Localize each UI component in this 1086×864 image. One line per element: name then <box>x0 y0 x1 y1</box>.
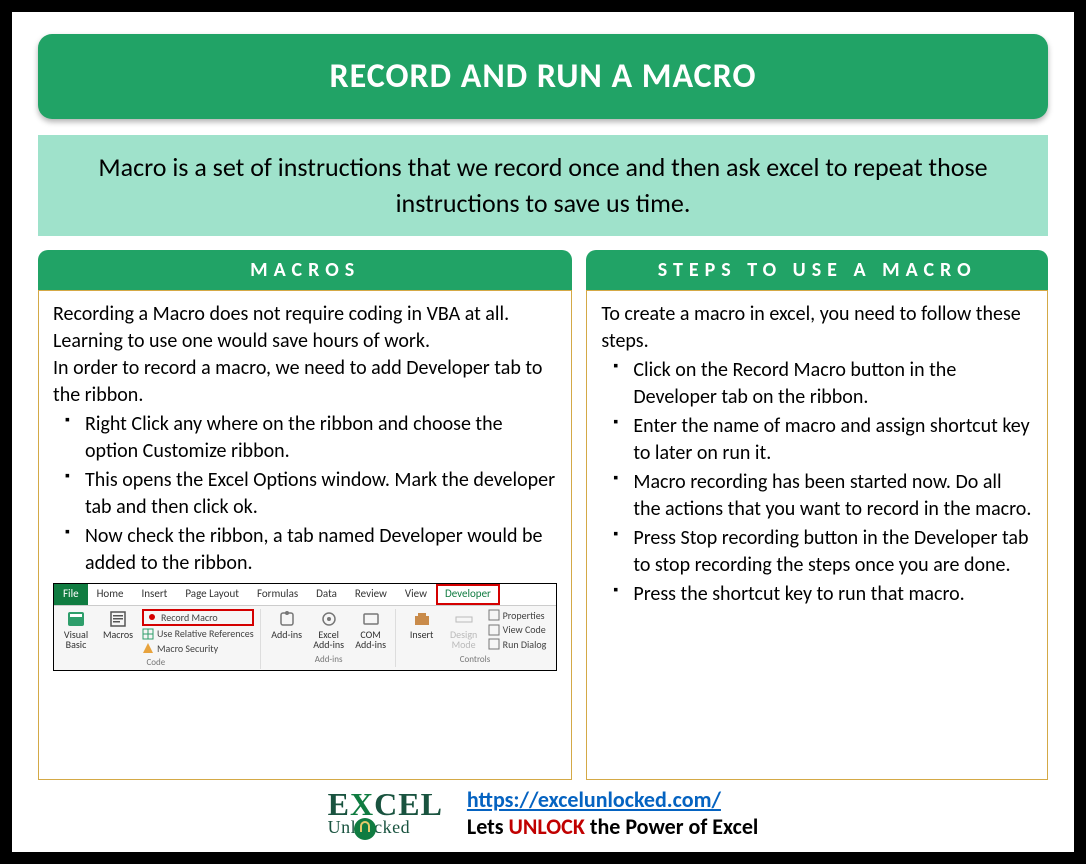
tab-view: View <box>396 584 436 605</box>
ribbon-group-code: Visual Basic Macros <box>58 609 261 670</box>
tab-insert: Insert <box>133 584 177 605</box>
macros-body: Recording a Macro does not require codin… <box>38 290 572 780</box>
insert-control-button: Insert <box>404 609 440 640</box>
steps-bullets: Click on the Record Macro button in the … <box>601 357 1033 608</box>
columns: MACROS Recording a Macro does not requir… <box>38 250 1048 780</box>
excel-addins-button: Excel Add-ins <box>311 609 347 650</box>
list-item: Press the shortcut key to run that macro… <box>607 581 1033 608</box>
tab-file: File <box>54 584 88 605</box>
ribbon-body: Visual Basic Macros <box>54 606 556 671</box>
view-code-button: View Code <box>488 623 547 637</box>
ribbon-group-code-items: Visual Basic Macros <box>58 609 254 656</box>
list-item: Press Stop recording button in the Devel… <box>607 525 1033 579</box>
macros-bullets: Right Click any where on the ribbon and … <box>53 411 557 577</box>
excel-unlocked-logo: EXCEL Unlcked <box>328 786 443 840</box>
page-title: RECORD AND RUN A MACRO <box>330 56 757 97</box>
tab-data: Data <box>307 584 346 605</box>
macros-header: MACROS <box>38 250 572 290</box>
tab-formulas: Formulas <box>248 584 307 605</box>
ribbon-group-controls: Insert Design Mode Properties <box>404 609 553 667</box>
tagline-text: Lets UNLOCK the Power of Excel <box>467 813 758 840</box>
list-item: Click on the Record Macro button in the … <box>607 357 1033 411</box>
title-banner: RECORD AND RUN A MACRO <box>38 34 1048 119</box>
properties-icon <box>488 609 500 621</box>
code-stack: Record Macro Use Relative References Mac… <box>142 609 254 656</box>
controls-stack: Properties View Code Run Dialog <box>488 609 547 652</box>
group-label-controls: Controls <box>460 654 491 666</box>
tab-review: Review <box>346 584 396 605</box>
list-item: Enter the name of macro and assign short… <box>607 413 1033 467</box>
intro-text: Macro is a set of instructions that we r… <box>98 151 987 219</box>
grid-icon <box>142 628 154 640</box>
steps-column: STEPS TO USE A MACRO To create a macro i… <box>586 250 1048 780</box>
steps-header: STEPS TO USE A MACRO <box>586 250 1048 290</box>
gear-icon <box>319 609 339 629</box>
macros-para2: In order to record a macro, we need to a… <box>53 355 557 409</box>
macro-security-button: Macro Security <box>142 642 254 656</box>
use-relative-references-button: Use Relative References <box>142 627 254 641</box>
macros-column: MACROS Recording a Macro does not requir… <box>38 250 572 780</box>
list-item: Right Click any where on the ribbon and … <box>59 411 557 465</box>
intro-banner: Macro is a set of instructions that we r… <box>38 135 1048 236</box>
ribbon-group-addins: Add-ins Excel Add-ins COM Add-ins <box>269 609 396 667</box>
lock-icon <box>354 818 376 840</box>
ruler-icon <box>454 609 474 629</box>
run-dialog-button: Run Dialog <box>488 638 547 652</box>
visual-basic-button: Visual Basic <box>58 609 94 650</box>
record-macro-button: Record Macro <box>142 609 254 627</box>
macros-icon <box>108 609 128 629</box>
ribbon-group-controls-items: Insert Design Mode Properties <box>404 609 547 652</box>
com-addins-button: COM Add-ins <box>353 609 389 650</box>
properties-button: Properties <box>488 609 547 623</box>
code-icon <box>488 624 500 636</box>
warning-icon <box>142 642 154 654</box>
group-label-code: Code <box>146 657 165 669</box>
toolbox-icon <box>412 609 432 629</box>
footer: EXCEL Unlcked https://excelunlocked.com/… <box>38 780 1048 840</box>
macros-button: Macros <box>100 609 136 640</box>
addins-button: Add-ins <box>269 609 305 640</box>
group-label-addins: Add-ins <box>315 654 343 666</box>
steps-para: To create a macro in excel, you need to … <box>601 301 1033 355</box>
list-item: Macro recording has been started now. Do… <box>607 469 1033 523</box>
ribbon-group-addins-items: Add-ins Excel Add-ins COM Add-ins <box>269 609 389 650</box>
excel-ribbon-screenshot: File Home Insert Page Layout Formulas Da… <box>53 583 557 671</box>
ribbon-tabs: File Home Insert Page Layout Formulas Da… <box>54 584 556 606</box>
list-item: Now check the ribbon, a tab named Develo… <box>59 523 557 577</box>
tab-home: Home <box>88 584 133 605</box>
steps-body: To create a macro in excel, you need to … <box>586 290 1048 780</box>
tab-page-layout: Page Layout <box>176 584 248 605</box>
list-item: This opens the Excel Options window. Mar… <box>59 467 557 521</box>
macros-para1: Recording a Macro does not require codin… <box>53 301 557 355</box>
footer-tagline: https://excelunlocked.com/ Lets UNLOCK t… <box>467 786 758 840</box>
macros-header-label: MACROS <box>250 258 360 282</box>
com-addins-icon <box>361 609 381 629</box>
record-icon <box>146 611 158 623</box>
tab-developer: Developer <box>436 584 500 605</box>
page: RECORD AND RUN A MACRO Macro is a set of… <box>12 12 1074 852</box>
site-link[interactable]: https://excelunlocked.com/ <box>467 786 721 813</box>
dialog-icon <box>488 638 500 650</box>
steps-header-label: STEPS TO USE A MACRO <box>658 258 977 282</box>
design-mode-button: Design Mode <box>446 609 482 650</box>
visual-basic-icon <box>66 609 86 629</box>
addins-icon <box>277 609 297 629</box>
